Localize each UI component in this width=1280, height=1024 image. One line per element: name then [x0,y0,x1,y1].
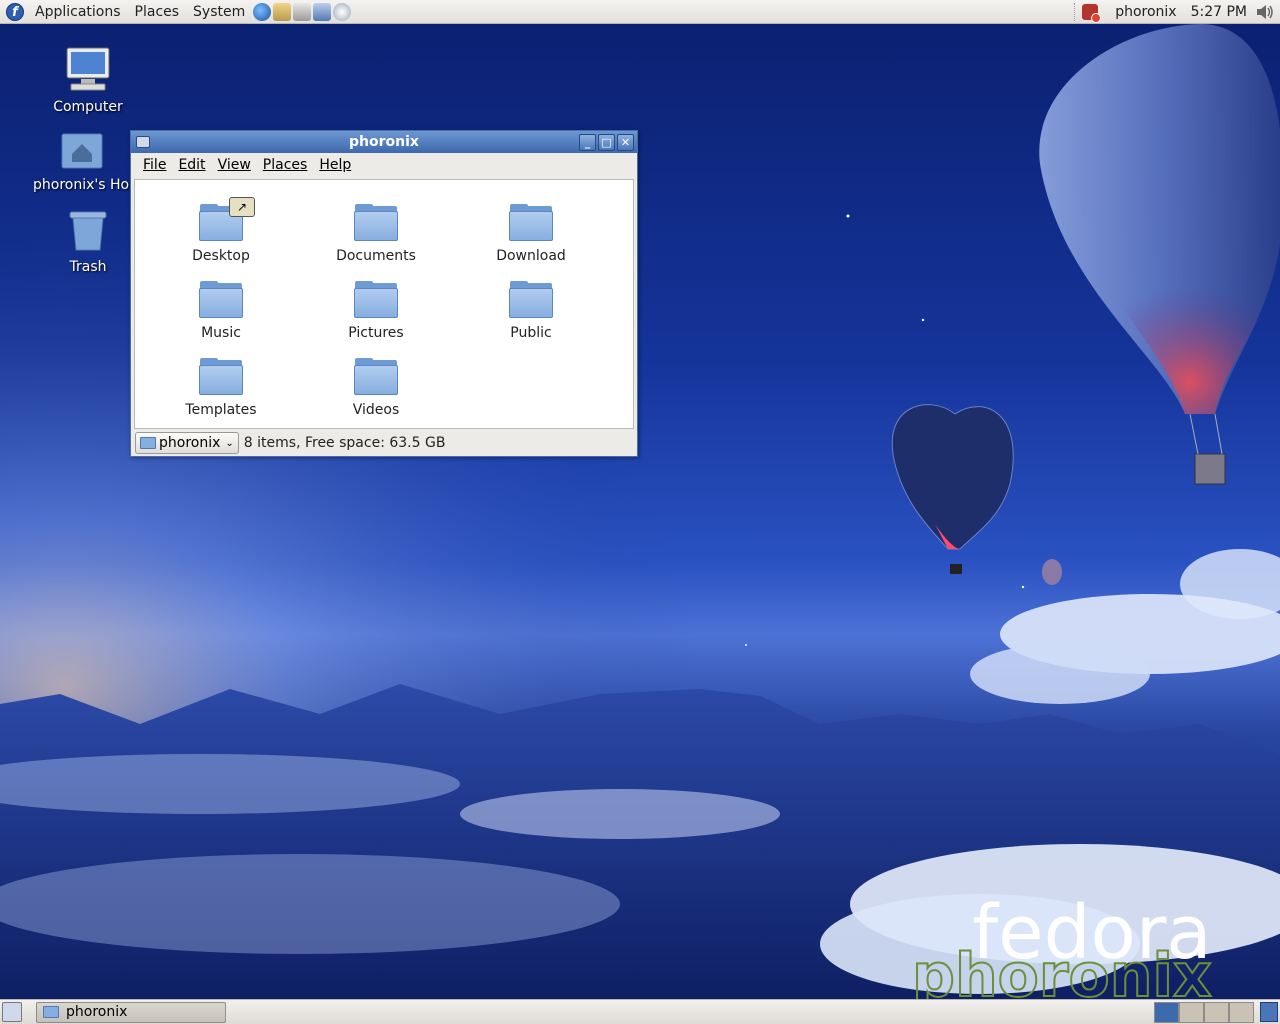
volume-icon[interactable] [1254,2,1276,22]
folder-icon [354,358,398,396]
desktop-icon-trash[interactable]: Trash [33,210,143,275]
desktop-icon-label: phoronix's Hon [33,177,130,193]
workspace-4[interactable] [1229,1001,1254,1023]
menu-places-label: Places [262,157,308,173]
office-icon[interactable] [293,2,312,21]
menu-view[interactable]: View [212,153,257,177]
menu-file-label: File [143,157,167,173]
user-switcher[interactable]: phoronix [1108,0,1183,24]
folder-templates[interactable]: Templates [151,358,291,418]
menu-help[interactable]: Help [313,153,357,177]
desktop-icon-label: Computer [53,99,123,115]
email-icon[interactable] [273,2,292,21]
folder-icon [199,358,243,396]
folder-icon [199,281,243,319]
desktop-icon-label: Trash [69,259,107,275]
menu-view-label: View [217,157,251,173]
folder-music[interactable]: Music [151,281,291,341]
workspace-3[interactable] [1204,1001,1229,1023]
chevron-down-icon: ⌄ [225,437,234,449]
top-panel: f Applications Places System phoronix 5:… [0,0,1280,24]
statusbar: phoronix ⌄ 8 items, Free space: 63.5 GB [131,430,637,456]
folder-documents[interactable]: Documents [306,204,446,264]
taskbar-window-label: phoronix [66,1004,128,1020]
menu-edit[interactable]: Edit [172,153,211,177]
desktop-icon-computer[interactable]: Computer [33,46,143,115]
computer-icon [66,47,110,91]
menu-help-label: Help [319,157,352,173]
fedora-logo-icon[interactable]: f [6,2,24,21]
update-notifier-icon[interactable] [1082,3,1102,23]
menu-places[interactable]: Places [128,0,187,24]
folder-icon [509,204,553,242]
folder-icon [354,281,398,319]
status-text: 8 items, Free space: 63.5 GB [243,435,446,451]
folder-pictures[interactable]: Pictures [306,281,446,341]
workspace-switcher [1154,1001,1254,1023]
folder-icon [140,437,156,449]
folder-public[interactable]: Public [461,281,601,341]
folder-label: Public [510,325,552,341]
window-menu-icon[interactable] [136,136,150,148]
trash-applet-icon[interactable] [1260,1002,1278,1022]
folder-label: Music [201,325,241,341]
folder-download[interactable]: Download [461,204,601,264]
file-view[interactable]: ↗ Desktop Documents Download Music Pictu… [134,179,634,429]
help-icon[interactable] [333,2,352,21]
panel-right: phoronix 5:27 PM [1068,0,1280,24]
menu-edit-label: Edit [178,157,206,173]
menu-places[interactable]: Places [257,153,314,177]
menu-applications[interactable]: Applications [28,0,128,24]
trash-icon [69,211,107,251]
folder-videos[interactable]: Videos [306,358,446,418]
folder-icon [354,204,398,242]
workspace-2[interactable] [1179,1001,1204,1023]
panel-separator [1074,2,1076,21]
close-button[interactable]: ✕ [617,133,634,151]
folder-label: Documents [336,248,416,264]
menu-file[interactable]: File [137,153,172,177]
window-title: phoronix [349,134,419,150]
folder-icon: ↗ [199,197,255,242]
bottom-panel: phoronix [0,999,1280,1024]
folder-label: Templates [185,402,257,418]
maximize-button[interactable]: □ [598,133,615,151]
menubar: File Edit View Places Help [131,153,637,177]
taskbar-window-button[interactable]: phoronix [36,1001,226,1023]
folder-label: Pictures [348,325,404,341]
location-label: phoronix [159,435,221,451]
folder-icon [509,281,553,319]
minimize-button[interactable]: _ [579,133,596,151]
folder-icon [43,1006,59,1018]
network-icon[interactable] [313,2,332,21]
clock[interactable]: 5:27 PM [1184,0,1254,24]
fedora-phoronix-watermark: fedora phoronix [912,890,1213,1000]
folder-label: Desktop [192,248,250,264]
menu-system[interactable]: System [186,0,252,24]
web-browser-icon[interactable] [253,2,272,21]
folder-desktop[interactable]: ↗ Desktop [151,197,291,264]
file-manager-window: phoronix _ □ ✕ File Edit View Places Hel… [130,130,638,457]
phoronix-wordmark: phoronix [912,941,1212,1000]
folder-label: Videos [352,402,400,418]
location-dropdown[interactable]: phoronix ⌄ [135,432,239,454]
window-buttons: _ □ ✕ [577,133,634,151]
emblem-icon: ↗ [229,197,255,217]
folder-label: Download [496,248,566,264]
home-folder-icon [61,133,102,169]
show-desktop-icon[interactable] [2,1002,22,1022]
window-titlebar[interactable]: phoronix _ □ ✕ [131,131,637,153]
workspace-1[interactable] [1154,1001,1179,1023]
desktop-icon-home[interactable]: phoronix's Hon [33,130,130,193]
